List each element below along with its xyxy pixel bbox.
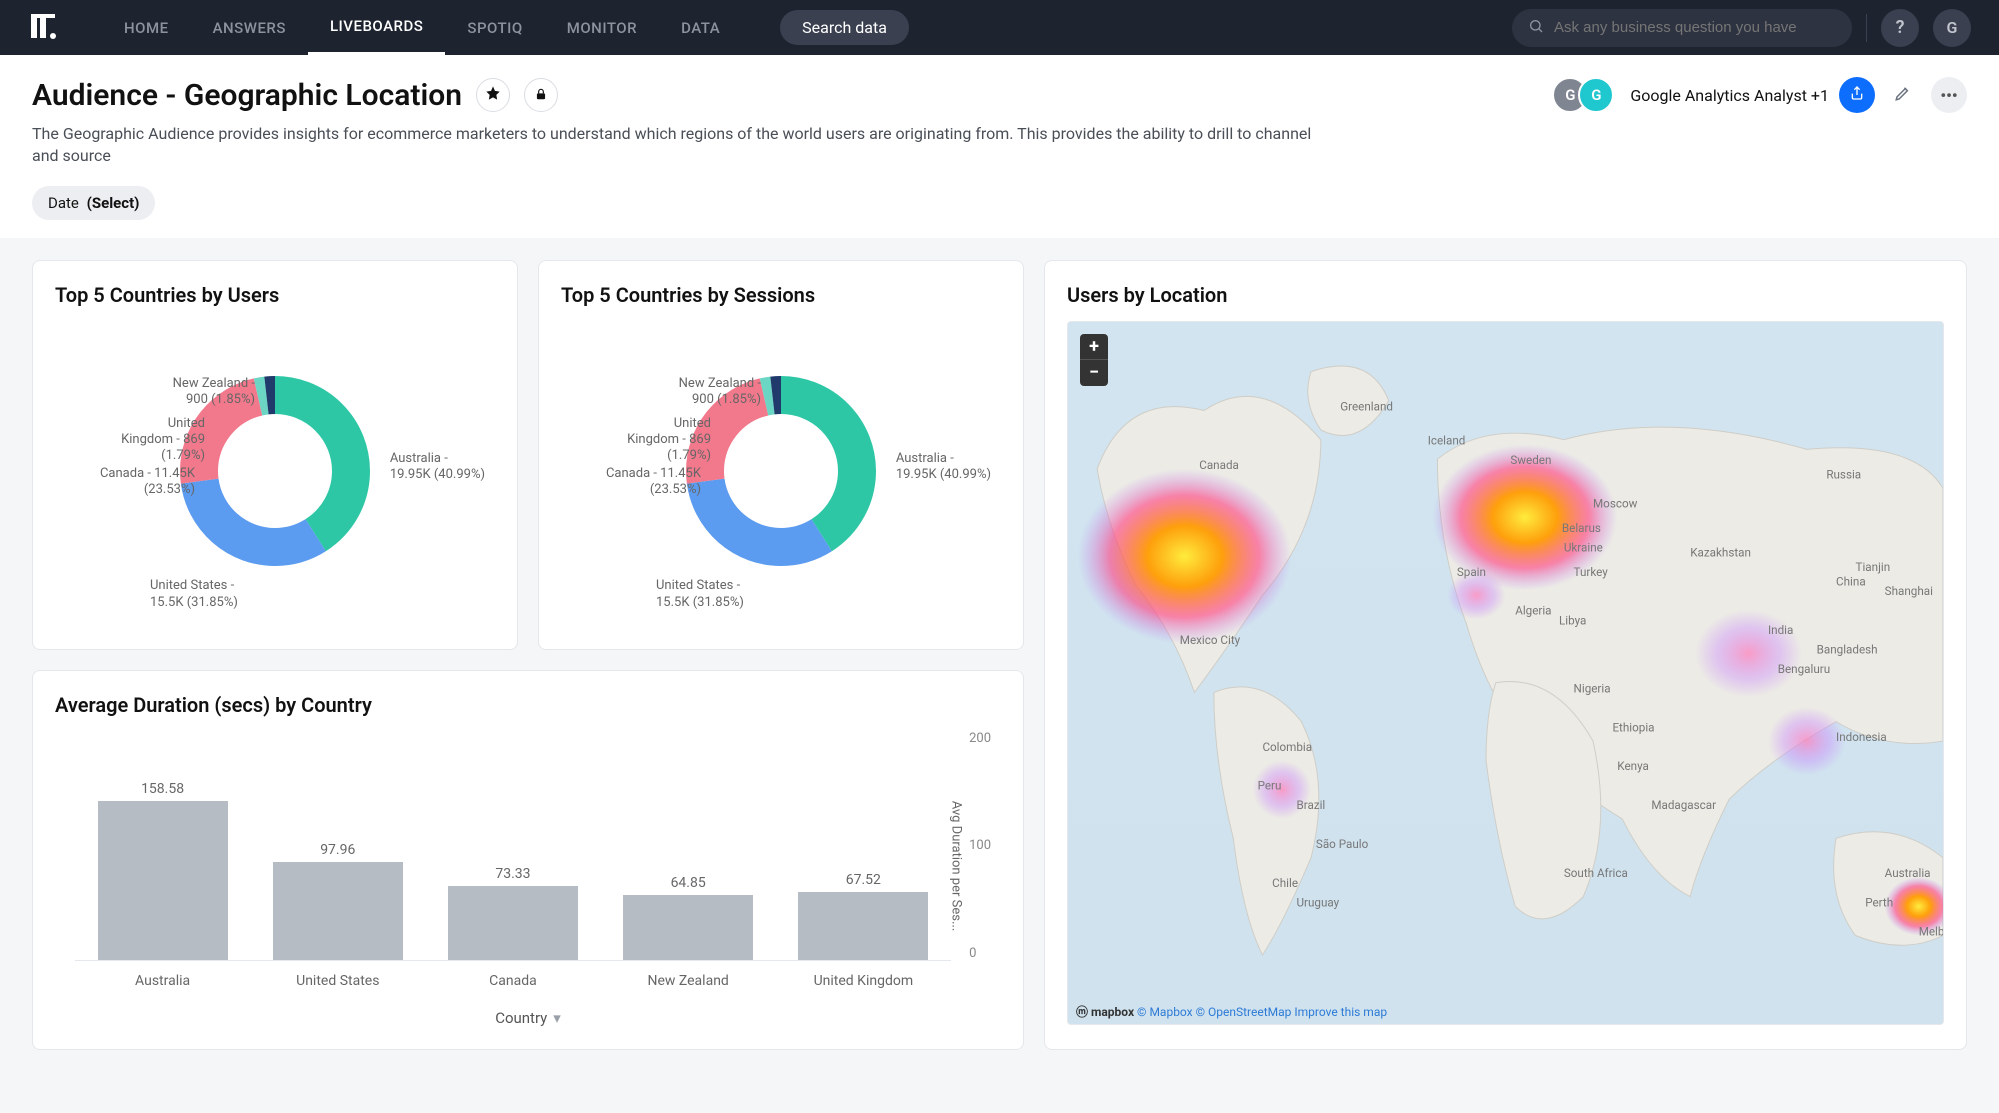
content-grid: Top 5 Countries by Users Australia -19.9… [0,238,1999,1072]
lock-button[interactable] [524,78,558,112]
map-area[interactable]: + − [1067,321,1944,1025]
nav-monitor[interactable]: MONITOR [545,0,659,55]
card-top-countries-sessions: Top 5 Countries by Sessions Australia -1… [538,260,1024,650]
share-button[interactable] [1839,77,1875,113]
chevron-down-icon: ▾ [553,1009,561,1027]
card-avg-duration: Average Duration (secs) by Country 158.5… [32,670,1024,1050]
bar-value-label: 97.96 [320,842,355,858]
bar-category-label: United States [273,965,403,1001]
bar-category-label: Australia [98,965,228,1001]
nav-links: HOME ANSWERS LIVEBOARDS SPOTIQ MONITOR D… [102,0,742,55]
shared-with-label: Google Analytics Analyst +1 [1630,86,1829,105]
bar-col[interactable]: 64.85 [623,875,753,960]
ask-input-container[interactable] [1512,9,1852,47]
bar-value-label: 67.52 [846,872,881,888]
bar-col[interactable]: 67.52 [798,872,928,960]
bar-value-label: 158.58 [141,781,184,797]
logo[interactable] [28,13,58,43]
bar-value-label: 73.33 [495,866,530,882]
avatar-2: G [1578,77,1614,113]
nav-home[interactable]: HOME [102,0,191,55]
search-icon [1528,18,1544,38]
donut-chart-users[interactable]: Australia -19.95K (40.99%) United States… [55,321,495,621]
favorite-button[interactable] [476,78,510,112]
y-axis-label: Avg Duration per Ses... [948,801,963,931]
donut-chart-sessions[interactable]: Australia -19.95K (40.99%) United States… [561,321,1001,621]
bar-col[interactable]: 97.96 [273,842,403,960]
svg-text:São Paulo: São Paulo [1316,837,1369,851]
bar-block [623,895,753,960]
bar-area: 158.58 97.96 73.33 64.85 67.52 [75,731,951,961]
card-title: Users by Location [1067,283,1944,307]
more-button[interactable]: ••• [1931,77,1967,113]
osm-link[interactable]: © OpenStreetMap [1196,1005,1292,1019]
bar-block [98,801,228,960]
edit-button[interactable] [1885,77,1921,113]
header-area: Audience - Geographic Location G G Googl… [0,55,1999,238]
label-us: United States -15.5K (31.85%) [656,578,744,611]
label-australia: Australia -19.95K (40.99%) [896,451,991,484]
bar-category-label: United Kingdom [798,965,928,1001]
filter-date-label: Date [48,194,79,212]
map-svg: Greenland Canada Mexico City Colombia Br… [1068,322,1943,1024]
label-canada: Canada - 11.45K(23.53%) [95,466,195,499]
bar-block [273,862,403,960]
map-zoom-controls: + − [1080,334,1108,386]
nav-answers[interactable]: ANSWERS [191,0,308,55]
x-axis-label[interactable]: Country ▾ [55,1009,1001,1027]
nav-right: ? G [1512,9,1971,47]
filter-date-value: (Select) [87,194,140,212]
map-attribution: ⓜ mapbox © Mapbox © OpenStreetMap Improv… [1076,1003,1387,1020]
label-australia: Australia -19.95K (40.99%) [390,451,485,484]
share-icon [1849,85,1865,105]
lock-icon [534,86,548,105]
bar-category-label: Canada [448,965,578,1001]
bar-category-label: New Zealand [623,965,753,1001]
bar-block [798,892,928,960]
dots-icon: ••• [1940,86,1957,105]
nav-liveboards[interactable]: LIVEBOARDS [308,0,445,55]
card-title: Top 5 Countries by Users [55,283,495,307]
star-icon [485,85,501,105]
mapbox-link[interactable]: © Mapbox [1137,1005,1193,1019]
zoom-in-button[interactable]: + [1080,334,1108,360]
label-canada: Canada - 11.45K(23.53%) [601,466,701,499]
page-title: Audience - Geographic Location [32,78,462,113]
nav-data[interactable]: DATA [659,0,742,55]
search-data-button[interactable]: Search data [780,10,909,45]
help-button[interactable]: ? [1881,9,1919,47]
svg-text:Uruguay: Uruguay [1296,895,1339,909]
bar-value-label: 64.85 [671,875,706,891]
card-users-by-location: Users by Location + − [1044,260,1967,1050]
bar-chart[interactable]: 158.58 97.96 73.33 64.85 67.52 Australia Unit… [75,731,951,1001]
pencil-icon [1894,84,1912,106]
avatar-stack[interactable]: G G [1552,77,1614,113]
label-nz: New Zealand -900 (1.85%) [661,376,761,409]
card-title: Top 5 Countries by Sessions [561,283,1001,307]
card-title: Average Duration (secs) by Country [55,693,1001,717]
filter-date-chip[interactable]: Date (Select) [32,186,155,220]
bar-categories: Australia United States Canada New Zealand U… [75,965,951,1001]
zoom-out-button[interactable]: − [1080,360,1108,386]
nav-spotiq[interactable]: SPOTIQ [445,0,544,55]
ask-input[interactable] [1554,19,1836,36]
label-us: United States -15.5K (31.85%) [150,578,238,611]
bar-col[interactable]: 158.58 [98,781,228,960]
bar-block [448,886,578,959]
label-uk: UnitedKingdom - 869(1.79%) [621,416,711,465]
y-ticks: 200 100 0 [969,731,991,961]
label-nz: New Zealand -900 (1.85%) [155,376,255,409]
page-description: The Geographic Audience provides insight… [32,123,1332,168]
nav-divider [1866,14,1867,42]
improve-map-link[interactable]: Improve this map [1294,1005,1387,1019]
label-uk: UnitedKingdom - 869(1.79%) [115,416,205,465]
card-top-countries-users: Top 5 Countries by Users Australia -19.9… [32,260,518,650]
top-nav: HOME ANSWERS LIVEBOARDS SPOTIQ MONITOR D… [0,0,1999,55]
user-avatar[interactable]: G [1933,9,1971,47]
bar-col[interactable]: 73.33 [448,866,578,959]
